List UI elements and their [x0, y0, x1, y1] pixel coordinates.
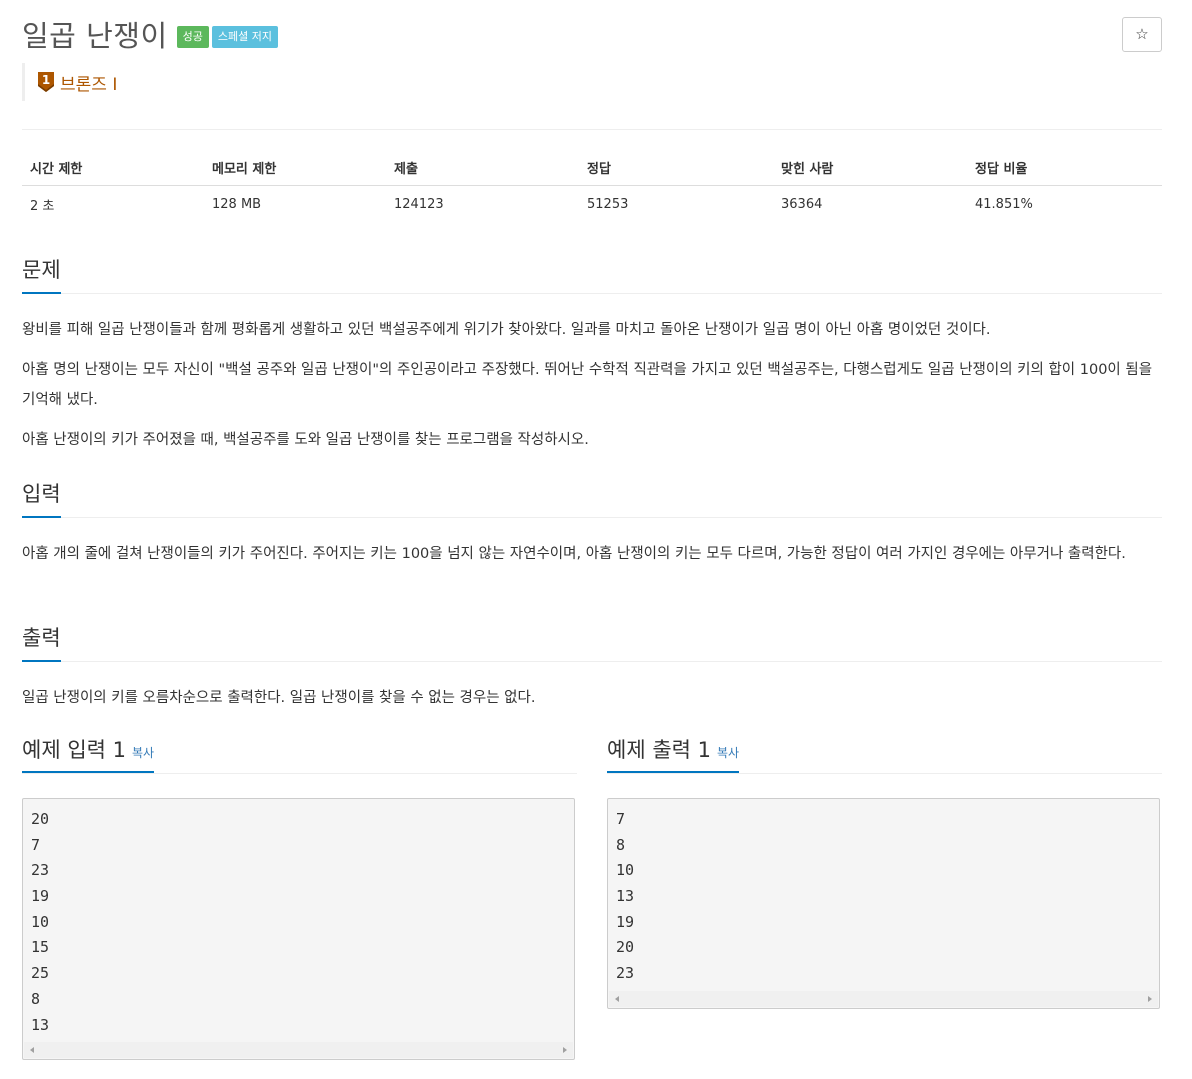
description-paragraph: 아홉 명의 난쟁이는 모두 자신이 "백설 공주와 일곱 난쟁이"의 주인공이라…	[22, 362, 1153, 408]
output-description: 일곱 난쟁이의 키를 오름차순으로 출력한다. 일곱 난쟁이를 찾을 수 없는 …	[22, 690, 536, 706]
scroll-left-arrow-icon[interactable]	[615, 995, 619, 1002]
sample-line: 13	[31, 1015, 50, 1034]
problem-info-table: 시간 제한 메모리 제한 제출 정답 맞힌 사람 정답 비율 2 초 128 M…	[22, 150, 1162, 222]
sample-input-lines: 20 7 23 19 10 15 25 8 13	[23, 799, 574, 1042]
sample-output-header: 예제 출력 1 복사	[607, 735, 1162, 774]
tier-icon-number: 1	[42, 73, 50, 87]
input-body: 아홉 개의 줄에 걸쳐 난쟁이들의 키가 주어진다. 주어지는 키는 100을 …	[22, 539, 1162, 579]
value-accept-ratio: 41.851%	[975, 196, 1033, 212]
description-body: 왕비를 피해 일곱 난쟁이들과 함께 평화롭게 생활하고 있던 백설공주에게 위…	[22, 315, 1162, 465]
description-heading: 문제	[22, 254, 61, 294]
value-submissions: 124123	[394, 196, 444, 212]
value-accepted: 51253	[587, 196, 629, 212]
description-section-header: 문제	[22, 254, 1162, 294]
scroll-right-arrow-icon[interactable]	[1148, 995, 1152, 1002]
description-paragraph: 왕비를 피해 일곱 난쟁이들과 함께 평화롭게 생활하고 있던 백설공주에게 위…	[22, 322, 991, 338]
problem-title: 일곱 난쟁이	[22, 19, 168, 53]
sample-line: 23	[616, 964, 635, 983]
header-time-limit: 시간 제한	[22, 150, 204, 186]
output-heading: 출력	[22, 622, 61, 662]
input-description: 아홉 개의 줄에 걸쳐 난쟁이들의 키가 주어진다. 주어지는 키는 100을 …	[22, 546, 1126, 562]
input-section-header: 입력	[22, 478, 1162, 518]
divider	[22, 129, 1162, 130]
value-memory-limit: 128 MB	[212, 196, 262, 212]
sample-input-heading: 예제 입력 1 복사	[22, 735, 155, 773]
sample-line: 19	[616, 912, 635, 931]
success-badge: 성공	[176, 26, 209, 48]
sample-line: 19	[31, 887, 50, 906]
info-value-row: 2 초 128 MB 124123 51253 36364 41.851%	[22, 186, 1162, 223]
scroll-left-arrow-icon[interactable]	[30, 1047, 34, 1054]
sample-line: 7	[31, 835, 41, 854]
sample-line: 15	[31, 938, 50, 957]
sample-output-box[interactable]: 7 8 10 13 19 20 23	[607, 798, 1160, 1009]
title-row: 일곱 난쟁이 성공 스페셜 저지	[22, 14, 278, 54]
header-submissions: 제출	[386, 150, 579, 186]
sample-output-lines: 7 8 10 13 19 20 23	[608, 799, 1159, 991]
value-time-limit: 2 초	[30, 198, 55, 214]
sample-line: 10	[616, 861, 635, 880]
copy-sample-output-button[interactable]: 복사	[717, 746, 739, 760]
special-judge-badge: 스페셜 저지	[211, 26, 278, 48]
scroll-right-arrow-icon[interactable]	[563, 1047, 567, 1054]
tier-block: 1 브론즈 I	[22, 63, 117, 101]
description-paragraph: 아홉 난쟁이의 키가 주어졌을 때, 백설공주를 도와 일곱 난쟁이를 찾는 프…	[22, 432, 589, 448]
sample-line: 20	[31, 810, 50, 828]
header-accept-ratio: 정답 비율	[967, 150, 1162, 186]
input-heading: 입력	[22, 478, 61, 518]
sample-line: 20	[616, 938, 635, 957]
info-header-row: 시간 제한 메모리 제한 제출 정답 맞힌 사람 정답 비율	[22, 150, 1162, 186]
value-solved-users: 36364	[781, 196, 823, 212]
horizontal-scrollbar[interactable]	[24, 1042, 573, 1059]
tier-label[interactable]: 브론즈 I	[60, 70, 117, 95]
header-accepted: 정답	[579, 150, 773, 186]
output-section-header: 출력	[22, 622, 1162, 662]
copy-sample-input-button[interactable]: 복사	[132, 746, 154, 760]
sample-output-heading: 예제 출력 1 복사	[607, 735, 740, 773]
sample-line: 8	[616, 835, 626, 854]
bronze-tier-icon: 1	[38, 72, 54, 92]
sample-line: 25	[31, 964, 50, 983]
sample-line: 23	[31, 861, 50, 880]
sample-input-header: 예제 입력 1 복사	[22, 735, 577, 774]
sample-output-title: 예제 출력 1	[607, 738, 711, 762]
sample-input-title: 예제 입력 1	[22, 738, 126, 762]
header-solved-users: 맞힌 사람	[773, 150, 967, 186]
header-memory-limit: 메모리 제한	[204, 150, 386, 186]
favorite-star-button[interactable]: ☆	[1122, 17, 1162, 52]
sample-line: 13	[616, 887, 635, 906]
sample-line: 10	[31, 912, 50, 931]
output-body: 일곱 난쟁이의 키를 오름차순으로 출력한다. 일곱 난쟁이를 찾을 수 없는 …	[22, 683, 1162, 723]
sample-line: 8	[31, 989, 41, 1008]
sample-line: 7	[616, 810, 626, 828]
star-icon: ☆	[1135, 25, 1149, 43]
horizontal-scrollbar[interactable]	[609, 990, 1158, 1007]
sample-input-column: 예제 입력 1 복사 20 7 23 19 10 15 25 8 13	[22, 735, 577, 1061]
sample-output-column: 예제 출력 1 복사 7 8 10 13 19 20 23	[607, 735, 1162, 1009]
sample-input-box[interactable]: 20 7 23 19 10 15 25 8 13	[22, 798, 575, 1061]
